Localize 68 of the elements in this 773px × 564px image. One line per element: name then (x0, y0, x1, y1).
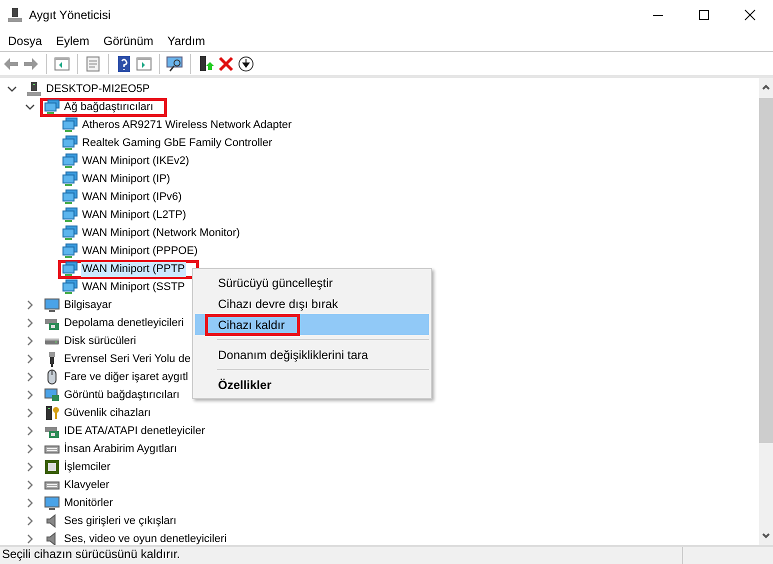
network-icon (62, 225, 78, 241)
monitor-icon (44, 297, 60, 313)
network-icon (44, 99, 60, 115)
network-icon (62, 117, 78, 133)
context-menu-item[interactable]: Sürücüyü güncelleştir (195, 272, 429, 293)
status-text: Seçili cihazın sürücüsünü kaldırır. (1, 547, 180, 562)
tree-item[interactable]: Fare ve diğer işaret aygıtl (63, 370, 190, 384)
scroll-down-icon[interactable] (761, 531, 771, 541)
context-menu-item[interactable]: Özellikler (195, 374, 429, 395)
context-menu-item[interactable]: Cihazı kaldır (195, 314, 429, 335)
menu-item[interactable]: Görünüm (103, 32, 154, 50)
tree-item[interactable]: Ses, video ve oyun denetleyicileri (63, 532, 228, 545)
tree-item[interactable]: Realtek Gaming GbE Family Controller (81, 136, 274, 150)
scroll-up-icon[interactable] (761, 82, 771, 92)
display-adapter-icon (44, 387, 60, 403)
tree-item[interactable]: Depolama denetleyicileri (63, 316, 185, 330)
tree-item[interactable]: Bilgisayar (63, 298, 113, 312)
menu-item[interactable]: Eylem (56, 32, 90, 50)
download-icon[interactable] (237, 54, 255, 72)
network-icon (62, 135, 78, 151)
menu-item[interactable]: Dosya (8, 32, 42, 50)
tree-item[interactable]: Disk sürücüleri (63, 334, 138, 348)
tree-item[interactable]: WAN Miniport (L2TP) (81, 208, 188, 222)
tree-item[interactable]: İşlemciler (63, 460, 112, 474)
app-icon (7, 7, 23, 23)
tree-item[interactable]: Atheros AR9271 Wireless Network Adapter (81, 118, 293, 132)
chip-icon (44, 459, 60, 475)
monitor-icon (44, 495, 60, 511)
key-icon (44, 405, 60, 421)
tree-item[interactable]: WAN Miniport (Network Monitor) (81, 226, 241, 240)
computer-icon (26, 81, 42, 97)
tree-item[interactable]: WAN Miniport (IP) (81, 172, 172, 186)
network-icon (62, 189, 78, 205)
tree-item[interactable]: WAN Miniport (PPTP (81, 262, 186, 276)
network-icon (62, 243, 78, 259)
tree-item[interactable]: WAN Miniport (IKEv2) (81, 154, 190, 168)
help-icon[interactable] (115, 54, 133, 72)
properties-icon[interactable] (84, 54, 102, 72)
tree-item[interactable]: Ses girişleri ve çıkışları (63, 514, 178, 528)
menu-item[interactable]: Yardım (167, 32, 206, 50)
network-icon (62, 153, 78, 169)
tree-item[interactable]: Evrensel Seri Veri Yolu de (63, 352, 192, 366)
tree-item[interactable]: Ağ bağdaştırıcıları (63, 100, 154, 114)
context-menu-item[interactable]: Cihazı devre dışı bırak (195, 293, 429, 314)
context-menu-item[interactable]: Donanım değişikliklerini tara (195, 344, 429, 365)
tree-item[interactable]: İnsan Arabirim Aygıtları (63, 442, 178, 456)
tree-item[interactable]: WAN Miniport (PPPOE) (81, 244, 199, 258)
network-icon (62, 279, 78, 295)
network-icon (62, 171, 78, 187)
tree-item[interactable]: Güvenlik cihazları (63, 406, 152, 420)
network-icon (62, 207, 78, 223)
update-driver-icon[interactable] (197, 54, 215, 72)
monitor-search-icon[interactable] (166, 54, 184, 72)
tree-item[interactable]: Görüntü bağdaştırıcıları (63, 388, 181, 402)
network-icon (62, 261, 78, 277)
tree-item[interactable]: WAN Miniport (SSTP (81, 280, 186, 294)
panel-icon[interactable] (135, 54, 153, 72)
tree-item[interactable]: IDE ATA/ATAPI denetleyiciler (63, 424, 206, 438)
tree-item[interactable]: DESKTOP-MI2EO5P (45, 82, 151, 96)
tree-item[interactable]: WAN Miniport (IPv6) (81, 190, 183, 204)
tree-item[interactable]: Monitörler (63, 496, 114, 510)
window-title: Aygıt Yöneticisi (29, 7, 111, 24)
scrollbar[interactable] (759, 78, 773, 545)
panel-icon[interactable] (53, 54, 71, 72)
delete-icon[interactable] (217, 54, 235, 72)
scroll-thumb[interactable] (759, 98, 773, 443)
highlight-frame: Cihazı kaldır (205, 314, 300, 336)
tree-item[interactable]: Klavyeler (63, 478, 110, 492)
